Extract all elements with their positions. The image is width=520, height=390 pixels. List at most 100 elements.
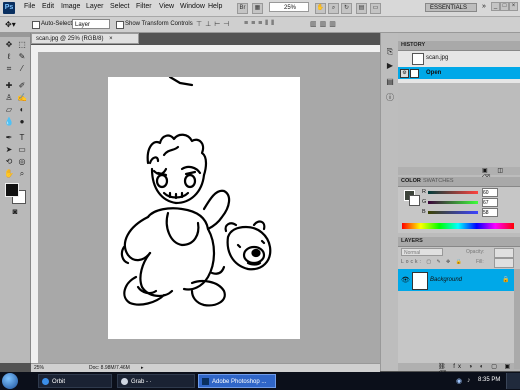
zoom-tool-icon-toolbox[interactable]: ⌕ [16, 169, 28, 179]
actions-panel-icon[interactable]: ▶ [384, 61, 396, 71]
workspace-switcher[interactable]: ESSENTIALS [425, 3, 477, 12]
maximize-icon[interactable]: □ [500, 2, 509, 11]
color-spectrum-ramp[interactable] [402, 223, 514, 229]
menu-help[interactable]: Help [208, 3, 222, 10]
green-value-input[interactable] [482, 198, 498, 207]
foreground-color-swatch-top[interactable] [5, 183, 19, 197]
screen-mode-icon[interactable]: ▭ [370, 3, 381, 14]
path-select-tool-icon[interactable]: ➤ [3, 145, 15, 155]
history-panel-icon[interactable]: ⎘ [384, 47, 396, 57]
info-panel-icon[interactable]: ⓘ [384, 93, 396, 103]
minimize-icon[interactable]: _ [491, 2, 500, 11]
start-button-icon[interactable] [2, 373, 18, 389]
align-buttons-icon[interactable]: ⊤⊥⊢⊣ [196, 20, 232, 28]
layers-panel: LAYERS Normal Opacity: Lock: ▢ ✎ ✥ 🔒 Fil… [398, 237, 520, 377]
hand-tool-icon-toolbox[interactable]: ✋ [3, 169, 15, 179]
pen-tool-icon[interactable]: ✒ [3, 133, 15, 143]
expand-icon[interactable]: » [482, 3, 486, 10]
marquee-tool-icon[interactable]: ⬚ [16, 40, 28, 50]
crop-tool-icon[interactable]: ⌗ [3, 64, 15, 74]
auto-select-checkbox[interactable] [32, 21, 40, 29]
auto-select-dropdown[interactable]: Layer [72, 19, 110, 29]
menu-select[interactable]: Select [110, 3, 129, 10]
status-zoom[interactable]: 25% [34, 364, 44, 372]
brush-tool-icon[interactable]: ✐ [16, 81, 28, 91]
layers-scrollbar[interactable] [514, 269, 520, 369]
status-arrow-icon[interactable]: ▸ [141, 364, 144, 372]
lasso-tool-icon[interactable]: ℓ [3, 52, 15, 62]
menu-view[interactable]: View [159, 3, 174, 10]
blend-mode-select[interactable]: Normal [401, 248, 443, 256]
history-brush-tool-icon[interactable]: ✍ [16, 93, 28, 103]
blur-tool-icon[interactable]: 💧 [3, 117, 15, 127]
tab-color[interactable]: COLOR [401, 178, 421, 184]
navigator-panel-icon[interactable]: ▤ [384, 77, 396, 87]
view-extras-icon[interactable]: ▦ [252, 3, 263, 14]
dodge-tool-icon[interactable]: ● [16, 117, 28, 127]
3d-orbit-tool-icon[interactable]: ◎ [16, 157, 28, 167]
red-slider[interactable] [428, 191, 478, 194]
3d-rotate-tool-icon[interactable]: ⟲ [3, 157, 15, 167]
clone-stamp-tool-icon[interactable]: ♙ [3, 93, 15, 103]
eyedropper-tool-icon[interactable]: ⁄ [16, 64, 28, 74]
history-brush-source-icon[interactable]: ⚙ [400, 69, 409, 78]
opacity-input[interactable] [494, 248, 514, 258]
lock-icons[interactable]: Lock: ▢ ✎ ✥ 🔒 [401, 259, 464, 265]
taskbar-item-orbit[interactable]: Orbit [38, 374, 112, 388]
history-panel-title[interactable]: HISTORY [398, 41, 520, 51]
hand-tool-icon[interactable]: ✋ [315, 3, 326, 14]
tray-clock[interactable]: 8:35 PM [478, 377, 500, 383]
layers-panel-footer: ⛓ fx ◑ ◐ ▢ ▣ ⌫ [398, 363, 520, 377]
shape-tool-icon[interactable]: ▭ [16, 145, 28, 155]
green-slider[interactable] [428, 201, 478, 204]
red-value-input[interactable] [482, 188, 498, 197]
healing-tool-icon[interactable]: ✚ [3, 81, 15, 91]
blue-value-input[interactable] [482, 208, 498, 217]
layers-panel-title[interactable]: LAYERS [398, 237, 520, 247]
tray-network-icon[interactable]: ◉ [456, 377, 462, 385]
document-tab[interactable]: scan.jpg @ 25% (RGB/8) × [31, 33, 139, 44]
move-tool-preset-icon[interactable]: ✥▾ [5, 20, 16, 29]
arrange-documents-icon[interactable]: ▤ [356, 3, 367, 14]
layer-row-background[interactable]: 👁 Background 🔒 [398, 269, 514, 291]
menu-layer[interactable]: Layer [86, 3, 104, 10]
menu-window[interactable]: Window [180, 3, 205, 10]
close-icon[interactable]: × [509, 2, 518, 11]
toolbox: ✥ ⬚ ℓ ✎ ⌗ ⁄ ✚ ✐ ♙ ✍ ▱ ◐ 💧 ● ✒ T ➤ ▭ ⟲ ◎ … [0, 33, 31, 363]
menu-image[interactable]: Image [61, 3, 80, 10]
distribute-buttons-icon[interactable]: ≡≡≡⫴⫴ [244, 20, 277, 28]
menu-filter[interactable]: Filter [136, 3, 152, 10]
menu-edit[interactable]: Edit [42, 3, 54, 10]
zoom-tool-icon[interactable]: ⌕ [328, 3, 339, 14]
move-tool-icon[interactable]: ✥ [3, 40, 15, 50]
quick-select-tool-icon[interactable]: ✎ [16, 52, 28, 62]
layer-name[interactable]: Background [430, 277, 462, 283]
show-transform-checkbox[interactable] [116, 21, 124, 29]
zoom-select[interactable]: 25% [269, 2, 309, 12]
bridge-icon[interactable]: Br [237, 3, 248, 14]
toolbox-grip[interactable] [0, 33, 30, 37]
history-item-label: Open [426, 70, 442, 76]
document-canvas[interactable] [108, 75, 300, 339]
tray-volume-icon[interactable]: ♪ [467, 377, 471, 384]
history-snapshot-label[interactable]: scan.jpg [426, 55, 448, 61]
close-document-icon[interactable]: × [109, 36, 113, 42]
gradient-tool-icon[interactable]: ◐ [16, 105, 28, 115]
history-item-selected[interactable]: ⚙ Open [398, 67, 520, 79]
color-background-swatch[interactable] [409, 195, 420, 206]
grab-app-icon [121, 378, 128, 385]
rotate-view-icon[interactable]: ↻ [341, 3, 352, 14]
eraser-tool-icon[interactable]: ▱ [3, 105, 15, 115]
auto-align-icon[interactable]: ▥▥▥ [310, 20, 339, 28]
fill-input[interactable] [494, 258, 514, 268]
type-tool-icon[interactable]: T [16, 133, 28, 143]
auto-select-label: Auto-Select: [41, 21, 74, 27]
menu-file[interactable]: File [24, 3, 35, 10]
taskbar-item-photoshop[interactable]: Adobe Photoshop ... [198, 374, 276, 388]
layer-visibility-eye-icon[interactable]: 👁 [401, 276, 410, 284]
show-desktop-button[interactable] [506, 373, 520, 389]
taskbar-item-grab[interactable]: Grab - · [117, 374, 195, 388]
tab-swatches[interactable]: SWATCHES [423, 178, 454, 184]
quick-mask-icon[interactable]: ◙ [9, 207, 21, 217]
blue-slider[interactable] [428, 211, 478, 214]
